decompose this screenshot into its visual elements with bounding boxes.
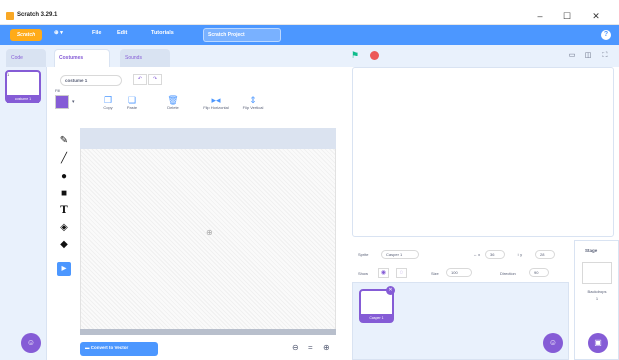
- rectangle-tool-icon[interactable]: ■: [57, 187, 71, 201]
- delete-button[interactable]: 🗑 Delete: [161, 95, 185, 110]
- costume-thumbnail-label: costume 1: [7, 95, 39, 103]
- convert-label: Convert to Vector: [90, 345, 129, 350]
- choose-sprite-button[interactable]: ☺: [543, 333, 563, 353]
- canvas-top-band: [80, 128, 336, 149]
- scratch-logo[interactable]: Scratch: [10, 29, 42, 41]
- menu-bar: Scratch ⊕ ▾ File Edit Tutorials Scratch …: [0, 25, 619, 45]
- x-input[interactable]: 36: [485, 250, 505, 259]
- tab-sounds-label: Sounds: [125, 55, 142, 61]
- eye-slash-icon: ◌: [399, 270, 404, 276]
- flip-horizontal-icon: ▸◂: [211, 95, 221, 105]
- top-band: [0, 0, 619, 8]
- eraser-tool-icon[interactable]: ◆: [57, 238, 71, 252]
- stop-icon[interactable]: [370, 51, 379, 60]
- direction-input[interactable]: 90: [529, 268, 549, 277]
- costume-index: 1: [7, 72, 10, 77]
- language-menu[interactable]: ⊕ ▾: [54, 30, 63, 36]
- circle-tool-icon[interactable]: ●: [57, 170, 71, 184]
- cat-icon: ☺: [26, 338, 36, 347]
- stage-title: Stage: [585, 248, 598, 253]
- backdrop-icon: ▣: [594, 338, 602, 347]
- flip-vertical-icon: ⇕: [249, 95, 257, 105]
- direction-label: Direction: [500, 271, 516, 276]
- sprite-tile-label: Casper 1: [361, 314, 392, 322]
- window-title: Scratch 3.29.1: [17, 12, 58, 18]
- flip-horizontal-button[interactable]: ▸◂ Flip Horizontal: [199, 95, 233, 110]
- backdrops-count: 1: [595, 296, 599, 301]
- sprite-name-input[interactable]: Casper 1: [381, 250, 419, 259]
- cat-icon: ☺: [548, 338, 558, 347]
- edit-menu[interactable]: Edit: [117, 30, 127, 36]
- sprite-label: Sprite: [358, 252, 369, 257]
- help-icon[interactable]: ?: [601, 30, 611, 40]
- show-visible-button[interactable]: ◉: [378, 268, 389, 278]
- crosshair-icon: ⊕: [206, 228, 213, 237]
- stage-header: [343, 45, 619, 67]
- text-tool-icon[interactable]: T: [57, 204, 71, 218]
- copy-button[interactable]: ❐ Copy: [96, 95, 120, 110]
- file-menu[interactable]: File: [92, 30, 101, 36]
- show-hidden-button[interactable]: ◌: [396, 268, 407, 278]
- trash-icon: 🗑: [167, 95, 179, 105]
- delete-sprite-icon[interactable]: ✕: [386, 286, 395, 295]
- zoom-in-icon[interactable]: ⊕: [323, 343, 330, 352]
- size-input[interactable]: 100: [446, 268, 472, 277]
- flip-vertical-label: Flip Vertical: [242, 105, 264, 110]
- app-icon: [6, 12, 14, 20]
- convert-to-vector-button[interactable]: ▬ Convert to Vector: [80, 342, 158, 356]
- undo-button[interactable]: ↶: [133, 74, 147, 85]
- tab-sounds[interactable]: Sounds: [120, 49, 170, 67]
- window-title-bar: Scratch 3.29.1 – ☐ ✕: [0, 8, 619, 25]
- fill-color-swatch[interactable]: [55, 95, 69, 109]
- editor-tabs: Code Costumes Sounds: [0, 45, 343, 67]
- size-label: Size: [431, 271, 439, 276]
- costume-name-input[interactable]: costume 1: [60, 75, 122, 86]
- paste-icon: ❏: [127, 95, 137, 105]
- stage-canvas[interactable]: [352, 67, 614, 237]
- small-stage-icon[interactable]: ▭: [567, 51, 577, 60]
- flip-vertical-button[interactable]: ⇕ Flip Vertical: [236, 95, 270, 110]
- copy-label: Copy: [103, 105, 113, 110]
- choose-backdrop-button[interactable]: ▣: [588, 333, 608, 353]
- minimize-button[interactable]: –: [529, 10, 551, 23]
- tab-costumes-label: Costumes: [59, 55, 84, 61]
- x-label: ↔ x: [473, 252, 481, 257]
- choose-costume-button[interactable]: ☺: [21, 333, 41, 353]
- maximize-button[interactable]: ☐: [556, 10, 578, 23]
- select-tool-icon[interactable]: ▸: [57, 262, 71, 276]
- zoom-reset-icon[interactable]: =: [308, 343, 313, 352]
- brush-tool-icon[interactable]: ✎: [57, 134, 71, 148]
- tab-code[interactable]: Code: [6, 49, 46, 67]
- project-title-input[interactable]: Scratch Project: [203, 28, 281, 42]
- y-label: ↕ y: [517, 252, 523, 257]
- backdrops-label: Backdrops: [587, 289, 607, 294]
- paste-label: Paste: [126, 105, 138, 110]
- green-flag-icon[interactable]: ⚑: [351, 51, 360, 60]
- fill-tool-icon[interactable]: ◈: [57, 221, 71, 235]
- delete-label: Delete: [167, 105, 179, 110]
- line-tool-icon[interactable]: ╱: [57, 152, 71, 166]
- chevron-down-icon[interactable]: ▾: [72, 99, 75, 105]
- eye-icon: ◉: [380, 270, 387, 276]
- redo-button[interactable]: ↷: [148, 74, 162, 85]
- stage-thumbnail[interactable]: [582, 262, 612, 284]
- canvas-scrollbar[interactable]: [80, 329, 336, 335]
- flip-horizontal-label: Flip Horizontal: [203, 105, 229, 110]
- fill-label: Fill: [55, 88, 61, 93]
- fullscreen-icon[interactable]: ⛶: [600, 51, 610, 60]
- show-label: Show: [358, 271, 369, 276]
- close-button[interactable]: ✕: [585, 10, 607, 23]
- y-input[interactable]: 28: [535, 250, 555, 259]
- tab-code-label: Code: [11, 55, 23, 61]
- paste-button[interactable]: ❏ Paste: [120, 95, 144, 110]
- costume-list: 1 costume 1: [0, 67, 47, 360]
- zoom-out-icon[interactable]: ⊖: [292, 343, 299, 352]
- tab-costumes[interactable]: Costumes: [54, 49, 110, 67]
- large-stage-icon[interactable]: ◫: [583, 51, 593, 60]
- copy-icon: ❐: [103, 95, 113, 105]
- tutorials-menu[interactable]: Tutorials: [151, 30, 174, 36]
